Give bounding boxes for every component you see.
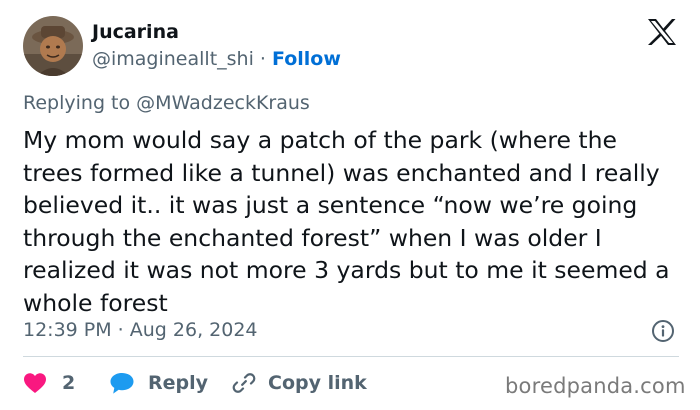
author-handle-row: @imagineallt_shi · Follow <box>92 48 341 70</box>
avatar-photo <box>23 16 83 76</box>
info-icon[interactable] <box>651 319 675 343</box>
tweet-text: My mom would say a patch of the park (wh… <box>23 126 670 317</box>
reply-context: Replying to @MWadzeckKraus <box>23 92 310 114</box>
author-handle[interactable]: @imagineallt_shi <box>92 48 254 70</box>
link-icon <box>232 373 256 393</box>
copy-link-button[interactable]: Copy link <box>232 369 367 397</box>
watermark: boredpanda.com <box>505 374 686 398</box>
like-count: 2 <box>62 372 76 394</box>
reply-button[interactable]: Reply <box>109 369 208 397</box>
avatar[interactable] <box>23 16 83 76</box>
tweet-timestamp[interactable]: 12:39 PM · Aug 26, 2024 <box>23 319 258 341</box>
speech-bubble-icon <box>110 373 134 394</box>
reply-context-prefix: Replying to <box>23 92 131 114</box>
x-logo-icon[interactable] <box>647 18 677 46</box>
copy-link-label: Copy link <box>268 372 367 394</box>
handle-separator: · <box>259 48 266 70</box>
author-display-name[interactable]: Jucarina <box>92 21 179 43</box>
reply-label: Reply <box>148 372 209 394</box>
divider <box>23 356 679 357</box>
heart-icon <box>24 373 46 393</box>
reply-to-handle-link[interactable]: @MWadzeckKraus <box>136 92 310 114</box>
follow-button[interactable]: Follow <box>272 48 341 70</box>
like-button[interactable]: 2 <box>23 369 75 397</box>
